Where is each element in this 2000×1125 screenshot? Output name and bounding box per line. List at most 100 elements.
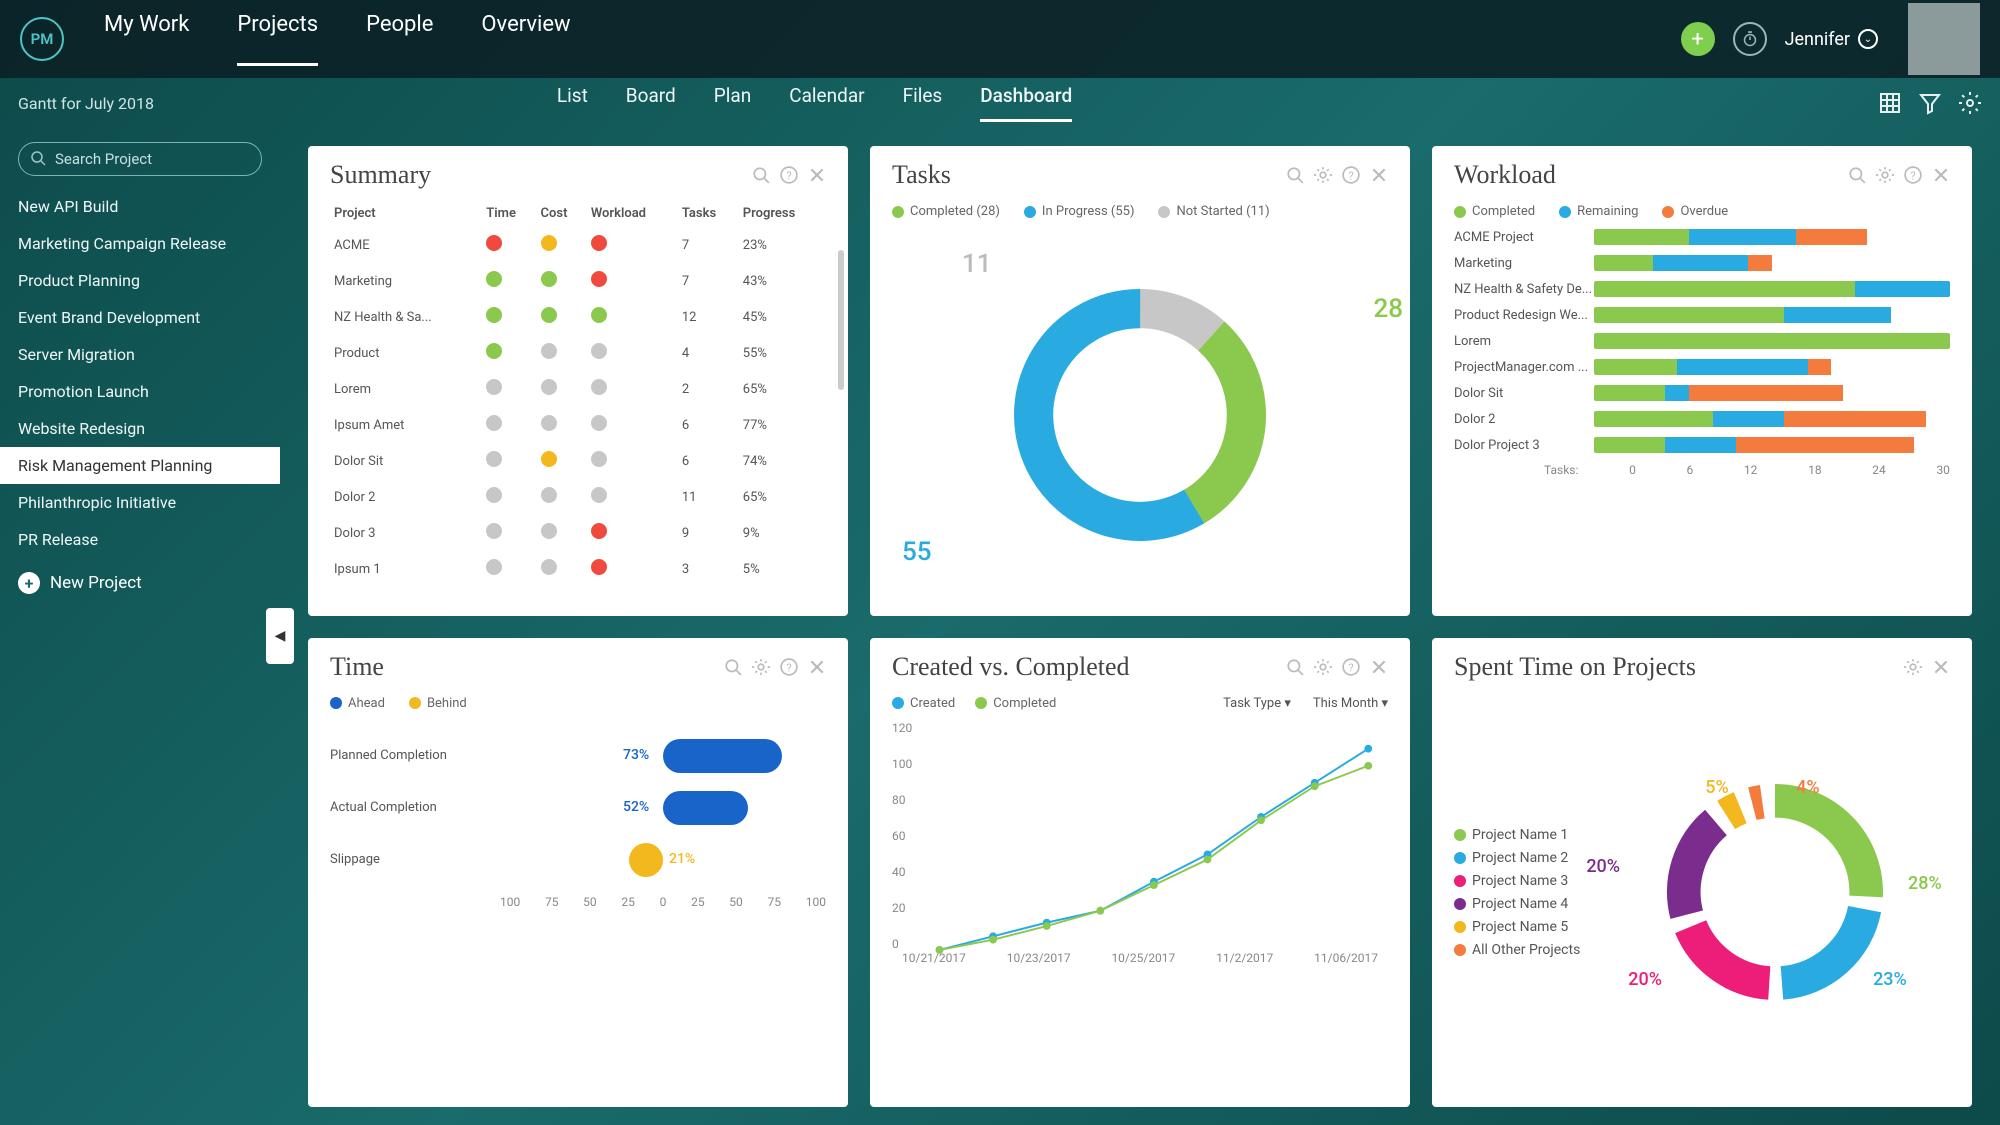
search-icon[interactable] [1286,658,1304,676]
gear-icon[interactable] [1958,91,1982,115]
cvc-chart [920,721,1388,981]
add-button[interactable]: + [1681,22,1715,56]
time-row: Actual Completion52% [330,791,826,825]
scrollbar[interactable] [838,250,844,390]
close-icon[interactable] [1932,658,1950,676]
task-type-filter[interactable]: Task Type ▾ [1223,696,1291,711]
header-actions: + Jennifer ⌄ [1681,3,1980,75]
user-menu[interactable]: Jennifer ⌄ [1785,29,1878,50]
table-row[interactable]: Dolor 399% [330,515,826,551]
legend-item: Behind [409,696,467,711]
legend-item: Ahead [330,696,385,711]
table-row[interactable]: Lorem265% [330,371,826,407]
sidebar-item[interactable]: Event Brand Development [0,299,280,336]
gear-icon[interactable] [1314,658,1332,676]
close-icon[interactable] [1370,166,1388,184]
app-header: PM My Work Projects People Overview + Jenni… [0,0,2000,78]
card-title: Created vs. Completed [892,652,1276,682]
gear-icon[interactable] [1314,166,1332,184]
search-icon[interactable] [1286,166,1304,184]
new-project-button[interactable]: + New Project [0,558,280,608]
new-project-label: New Project [50,573,142,593]
legend-item: In Progress (55) [1024,204,1135,219]
help-icon[interactable]: ? [1342,166,1360,184]
sidebar-item[interactable]: Marketing Campaign Release [0,225,280,262]
table-row[interactable]: Dolor Sit674% [330,443,826,479]
workload-row: NZ Health & Safety De... [1454,281,1950,297]
logo[interactable]: PM [20,17,64,61]
search-icon[interactable] [1848,166,1866,184]
sidebar-item[interactable]: Risk Management Planning [0,447,280,484]
tab-plan[interactable]: Plan [714,84,751,122]
avatar[interactable] [1908,3,1980,75]
tab-files[interactable]: Files [903,84,943,122]
spent-legend: Project Name 1Project Name 2Project Name… [1454,820,1580,965]
filter-icon[interactable] [1918,91,1942,115]
sidebar-collapse[interactable]: ◀ [266,608,294,664]
search-input[interactable] [18,142,262,176]
gear-icon[interactable] [752,658,770,676]
card-title: Summary [330,160,742,190]
table-row[interactable]: NZ Health & Sa...1245% [330,299,826,335]
svg-text:?: ? [786,170,791,183]
grid-icon[interactable] [1878,91,1902,115]
table-row[interactable]: Ipsum Amet677% [330,407,826,443]
stopwatch-icon [1742,31,1758,47]
nav-projects[interactable]: Projects [237,12,318,66]
tab-calendar[interactable]: Calendar [789,84,864,122]
time-axis: 1007550250255075100 [330,895,826,909]
workload-row: Dolor Sit [1454,385,1950,401]
timer-button[interactable] [1733,22,1767,56]
close-icon[interactable] [808,166,826,184]
close-icon[interactable] [1932,166,1950,184]
slice-label: 28% [1908,873,1942,894]
sidebar-item[interactable]: New API Build [0,188,280,225]
svg-text:?: ? [1348,170,1353,183]
svg-text:?: ? [1910,170,1915,183]
card-title: Spent Time on Projects [1454,652,1894,682]
sidebar-item[interactable]: Product Planning [0,262,280,299]
close-icon[interactable] [808,658,826,676]
cvc-legend: CreatedCompleted Task Type ▾ This Month … [870,692,1410,721]
nav-my-work[interactable]: My Work [104,12,189,66]
help-icon[interactable]: ? [780,658,798,676]
table-row[interactable]: Dolor 21165% [330,479,826,515]
legend-item: Project Name 4 [1454,896,1580,912]
tab-list[interactable]: List [557,84,588,122]
toolbar-icons [1878,91,1982,115]
card-summary: Summary ? ProjectTimeCostWorkloadTasksPr… [308,146,848,616]
table-row[interactable]: Marketing743% [330,263,826,299]
completed-count: 28 [1373,294,1403,324]
help-icon[interactable]: ? [1904,166,1922,184]
table-header: Tasks [678,200,739,227]
sidebar-item[interactable]: Philanthropic Initiative [0,484,280,521]
nav-overview[interactable]: Overview [481,12,570,66]
sidebar-item[interactable]: Server Migration [0,336,280,373]
tab-board[interactable]: Board [626,84,676,122]
svg-text:?: ? [1348,661,1353,674]
help-icon[interactable]: ? [1342,658,1360,676]
tab-dashboard[interactable]: Dashboard [980,84,1072,122]
search-icon[interactable] [752,166,770,184]
nav-people[interactable]: People [366,12,433,66]
close-icon[interactable] [1370,658,1388,676]
search-icon[interactable] [724,658,742,676]
table-header: Time [482,200,536,227]
table-row[interactable]: Product455% [330,335,826,371]
help-icon[interactable]: ? [780,166,798,184]
summary-table: ProjectTimeCostWorkloadTasksProgress ACM… [330,200,826,587]
sidebar-item[interactable]: PR Release [0,521,280,558]
gear-icon[interactable] [1904,658,1922,676]
table-row[interactable]: Ipsum 135% [330,551,826,587]
sidebar-item[interactable]: Website Redesign [0,410,280,447]
main-nav: My Work Projects People Overview [104,12,1681,66]
table-header: Progress [739,200,826,227]
card-title: Workload [1454,160,1838,190]
table-row[interactable]: ACME723% [330,227,826,263]
gear-icon[interactable] [1876,166,1894,184]
dashboard-grid: Summary ? ProjectTimeCostWorkloadTasksPr… [280,128,2000,1125]
legend-item: Remaining [1559,204,1638,219]
table-header: Cost [537,200,587,227]
date-range-filter[interactable]: This Month ▾ [1313,696,1388,711]
sidebar-item[interactable]: Promotion Launch [0,373,280,410]
